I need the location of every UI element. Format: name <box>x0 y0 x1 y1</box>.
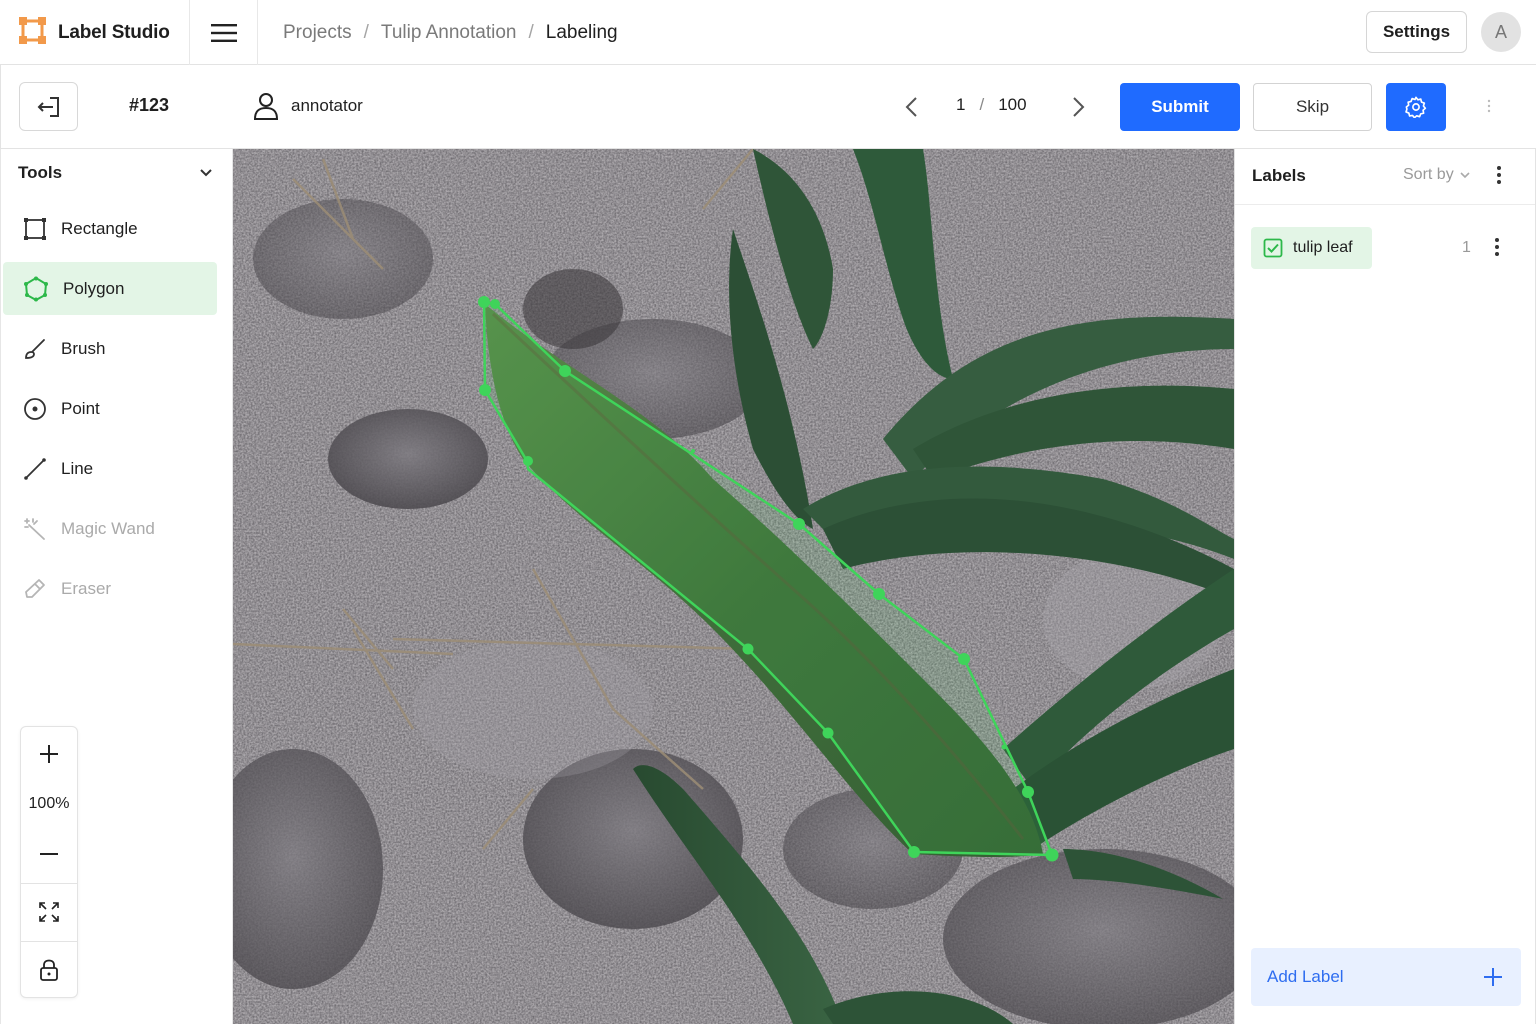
point-icon <box>24 397 46 420</box>
submit-button[interactable]: Submit <box>1120 83 1240 131</box>
image-canvas[interactable] <box>233 149 1234 1024</box>
annotation-settings-button[interactable] <box>1386 83 1446 131</box>
tool-label: Magic Wand <box>61 518 155 538</box>
prev-task-button[interactable] <box>897 89 925 125</box>
page-current: 1 <box>956 95 966 114</box>
annotator-name: annotator <box>291 96 363 115</box>
labels-more-icon[interactable] <box>1497 165 1501 190</box>
lock-button[interactable] <box>21 949 77 991</box>
chevron-down-icon <box>1460 171 1470 178</box>
top-bar: Label Studio Projects / Tulip Annotation… <box>0 0 1536 65</box>
zoom-controls: 100% <box>20 726 78 998</box>
avatar[interactable]: A <box>1481 12 1521 52</box>
brush-icon <box>25 338 45 359</box>
tool-label: Eraser <box>61 578 112 598</box>
task-pager: 1 / 100 <box>956 95 1027 115</box>
tool-polygon[interactable]: Polygon <box>3 262 217 315</box>
zoom-out-button[interactable] <box>21 835 77 873</box>
menu-button[interactable] <box>190 0 258 65</box>
tool-label: Brush <box>61 338 106 358</box>
zoom-in-button[interactable] <box>21 735 77 773</box>
exit-icon <box>37 96 59 117</box>
page-separator: / <box>979 95 985 114</box>
tool-brush[interactable]: Brush <box>3 322 217 375</box>
polygon-icon <box>24 276 48 301</box>
tool-label: Rectangle <box>61 218 138 238</box>
breadcrumb-current: Labeling <box>545 21 618 43</box>
checkbox-checked-icon <box>1263 238 1283 258</box>
zoom-level: 100% <box>28 795 70 812</box>
magic-wand-icon <box>24 517 45 540</box>
gear-icon <box>1405 96 1427 118</box>
breadcrumb-separator: / <box>528 21 534 43</box>
chevron-left-icon <box>905 97 917 117</box>
annotator-info: annotator <box>253 92 363 120</box>
rectangle-icon <box>24 217 46 240</box>
more-options-icon[interactable] <box>1487 99 1491 118</box>
sort-by-dropdown[interactable]: Sort by <box>1403 166 1470 184</box>
labels-title: Labels <box>1252 166 1306 185</box>
tool-label: Point <box>61 398 100 418</box>
tool-magic-wand[interactable]: Magic Wand <box>3 502 217 555</box>
label-more-icon[interactable] <box>1495 237 1499 262</box>
label-name: tulip leaf <box>1293 239 1353 256</box>
label-studio-logo-icon <box>18 16 47 50</box>
chevron-right-icon <box>1073 97 1085 117</box>
chevron-down-icon <box>200 169 212 177</box>
next-task-button[interactable] <box>1065 89 1093 125</box>
exit-button[interactable] <box>19 82 78 131</box>
lock-icon <box>40 959 58 981</box>
eraser-icon <box>25 578 45 598</box>
tool-eraser[interactable]: Eraser <box>3 562 217 615</box>
settings-button[interactable]: Settings <box>1366 11 1467 53</box>
plus-icon <box>40 745 58 763</box>
line-icon <box>24 457 46 480</box>
annotation-image[interactable] <box>233 149 1234 1024</box>
labels-header: Labels Sort by <box>1235 149 1535 205</box>
label-item-tulip-leaf[interactable]: tulip leaf <box>1251 227 1372 269</box>
breadcrumb-project[interactable]: Tulip Annotation <box>381 22 517 44</box>
tools-panel: Tools Rectangle Polygon Brush Point Line… <box>0 149 233 1024</box>
add-label-text: Add Label <box>1267 967 1344 986</box>
tool-point[interactable]: Point <box>3 382 217 435</box>
brand[interactable]: Label Studio <box>0 0 190 65</box>
fit-screen-button[interactable] <box>21 891 77 933</box>
tool-label: Line <box>61 458 94 478</box>
skip-button[interactable]: Skip <box>1253 83 1372 131</box>
tool-rectangle[interactable]: Rectangle <box>3 202 217 255</box>
task-id: #123 <box>129 95 170 115</box>
expand-icon <box>39 902 59 922</box>
tool-label: Polygon <box>63 278 125 298</box>
breadcrumb-projects[interactable]: Projects <box>283 22 352 44</box>
add-label-button[interactable]: Add Label <box>1251 948 1521 1006</box>
labels-panel: Labels Sort by tulip leaf 1 Add Label <box>1234 149 1536 1024</box>
plus-icon <box>1484 968 1502 986</box>
task-toolbar: #123 annotator 1 / 100 Submit Skip <box>0 65 1536 149</box>
hamburger-icon <box>210 23 237 42</box>
minus-icon <box>40 853 58 855</box>
sort-by-label: Sort by <box>1403 166 1454 183</box>
breadcrumb: Projects / Tulip Annotation / Labeling <box>283 0 618 65</box>
tool-line[interactable]: Line <box>3 442 217 495</box>
page-total: 100 <box>998 95 1027 114</box>
user-icon <box>253 93 279 120</box>
app-name: Label Studio <box>58 21 170 43</box>
breadcrumb-separator: / <box>363 21 369 43</box>
tools-title: Tools <box>18 163 63 182</box>
label-count: 1 <box>1462 239 1471 256</box>
tools-header[interactable]: Tools <box>18 163 213 183</box>
